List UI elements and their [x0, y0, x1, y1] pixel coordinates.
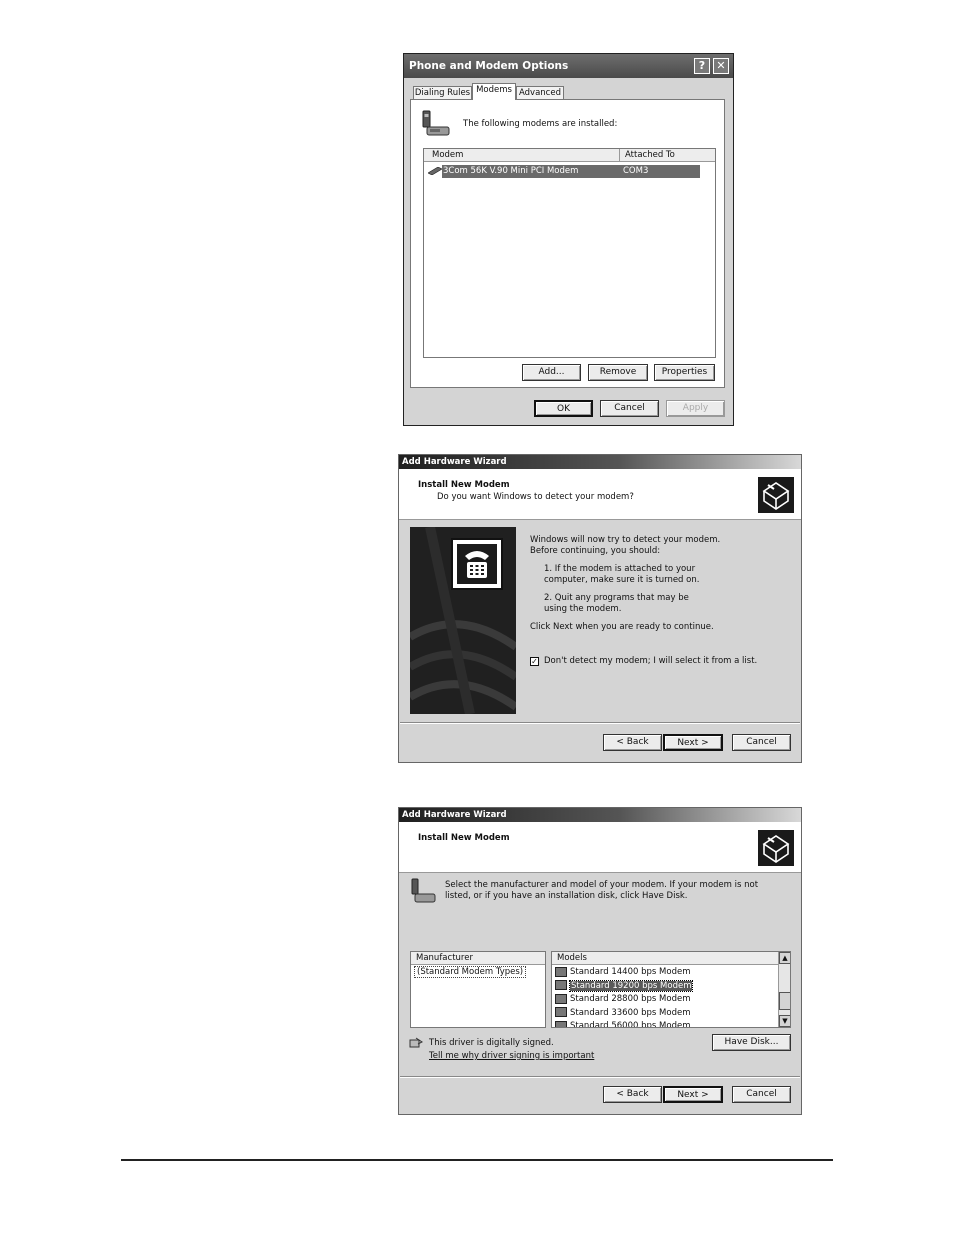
scroll-thumb[interactable]: [779, 992, 790, 1010]
tab-modems[interactable]: Modems: [472, 83, 516, 100]
dialog-title: Phone and Modem Options: [409, 60, 569, 72]
phone-modem-icon: [410, 878, 436, 906]
cancel-button[interactable]: Cancel: [732, 734, 791, 751]
modem-model-icon: [555, 1020, 567, 1027]
wizard-divider: [400, 722, 800, 724]
scroll-up-arrow-icon[interactable]: ▲: [779, 952, 790, 964]
next-button[interactable]: Next >: [663, 734, 723, 751]
next-button[interactable]: Next >: [663, 1086, 723, 1103]
models-scrollbar[interactable]: ▲ ▼: [778, 952, 790, 1027]
model-label: Standard 28800 bps Modem: [570, 994, 691, 1004]
remove-button[interactable]: Remove: [588, 364, 648, 381]
close-button[interactable]: ✕: [713, 58, 729, 74]
driver-signing-link[interactable]: Tell me why driver signing is important: [429, 1051, 594, 1061]
ok-button[interactable]: OK: [534, 400, 593, 417]
wizard-header: Install New Modem Do you want Windows to…: [399, 469, 801, 520]
modem-column-label: Modem: [432, 150, 464, 160]
select-instruction-text: Select the manufacturer and model of you…: [445, 880, 759, 901]
manufacturer-header-label: Manufacturer: [416, 953, 473, 963]
model-list-item[interactable]: Standard 19200 bps Modem: [555, 979, 775, 994]
model-list-item[interactable]: Standard 28800 bps Modem: [555, 993, 775, 1007]
model-label: Standard 14400 bps Modem: [570, 967, 691, 977]
wizard-heading: Install New Modem: [418, 480, 510, 490]
modem-port: COM3: [623, 166, 649, 176]
modem-column-header[interactable]: Modem: [424, 149, 620, 162]
tab-dialing-rules[interactable]: Dialing Rules: [413, 86, 472, 100]
apply-button[interactable]: Apply: [666, 400, 725, 417]
models-list[interactable]: Models Standard 14400 bps Modem Standard …: [551, 951, 791, 1028]
attached-to-column-header[interactable]: Attached To: [620, 149, 715, 162]
wizard-title-bar[interactable]: Add Hardware Wizard: [399, 808, 801, 822]
phone-modem-icon: [421, 110, 451, 138]
wizard-subheading: Do you want Windows to detect your modem…: [437, 492, 634, 502]
tab-advanced[interactable]: Advanced: [516, 86, 564, 100]
dont-detect-label[interactable]: Don't detect my modem; I will select it …: [544, 656, 757, 666]
dont-detect-checkbox[interactable]: ✓: [530, 657, 539, 666]
help-button[interactable]: ?: [694, 58, 710, 74]
click-next-hint: Click Next when you are ready to continu…: [530, 622, 714, 632]
manufacturer-header[interactable]: Manufacturer: [411, 952, 545, 965]
attached-to-column-label: Attached To: [625, 150, 675, 160]
modem-model-icon: [555, 980, 567, 990]
model-label: Standard 56000 bps Modem: [570, 1021, 691, 1028]
modem-list[interactable]: Modem Attached To 3Com 56K V.90 Mini PCI…: [423, 148, 716, 358]
scroll-down-arrow-icon[interactable]: ▼: [779, 1015, 790, 1027]
modem-model-icon: [555, 966, 567, 977]
modem-row[interactable]: 3Com 56K V.90 Mini PCI Modem COM3: [442, 165, 700, 178]
detect-step-1: 1. If the modem is attached to your comp…: [544, 564, 700, 585]
detect-step-2: 2. Quit any programs that may be using t…: [544, 593, 689, 614]
modem-model-icon: [555, 993, 567, 1004]
wizard-header: Install New Modem: [399, 822, 801, 873]
wizard-divider: [400, 1076, 800, 1078]
installed-info-text: The following modems are installed:: [463, 119, 618, 129]
models-header-label: Models: [557, 953, 587, 963]
add-button[interactable]: Add...: [522, 364, 581, 381]
model-list-item[interactable]: Standard 56000 bps Modem: [555, 1020, 775, 1028]
manufacturer-list[interactable]: Manufacturer (Standard Modem Types): [410, 951, 546, 1028]
model-label: Standard 33600 bps Modem: [570, 1007, 691, 1018]
modem-model-icon: [555, 1007, 567, 1017]
telephone-icon: [451, 538, 503, 590]
models-rows: Standard 14400 bps Modem Standard 19200 b…: [555, 966, 775, 1028]
modem-name: 3Com 56K V.90 Mini PCI Modem: [443, 166, 579, 176]
modem-row-icon: [427, 166, 443, 176]
properties-button[interactable]: Properties: [654, 364, 715, 381]
manufacturer-item[interactable]: (Standard Modem Types): [414, 966, 527, 978]
hardware-wizard-logo-icon: [758, 477, 794, 513]
detect-intro-text: Windows will now try to detect your mode…: [530, 535, 721, 556]
signed-driver-icon: [409, 1037, 423, 1049]
wizard-title-bar[interactable]: Add Hardware Wizard: [399, 455, 801, 469]
cancel-button[interactable]: Cancel: [732, 1086, 791, 1103]
back-button[interactable]: < Back: [603, 734, 662, 751]
cancel-button[interactable]: Cancel: [600, 400, 659, 417]
model-label: Standard 19200 bps Modem: [568, 979, 694, 992]
page-rule: [121, 1159, 833, 1161]
model-list-item[interactable]: Standard 33600 bps Modem: [555, 1007, 775, 1021]
wizard-heading: Install New Modem: [418, 833, 510, 843]
have-disk-button[interactable]: Have Disk...: [712, 1034, 791, 1051]
manufacturer-item-label: (Standard Modem Types): [417, 967, 524, 977]
model-list-item[interactable]: Standard 14400 bps Modem: [555, 966, 775, 980]
back-button[interactable]: < Back: [603, 1086, 662, 1103]
signed-driver-text: This driver is digitally signed.: [429, 1038, 554, 1048]
hardware-wizard-logo-icon: [758, 830, 794, 866]
models-header[interactable]: Models: [552, 952, 778, 965]
